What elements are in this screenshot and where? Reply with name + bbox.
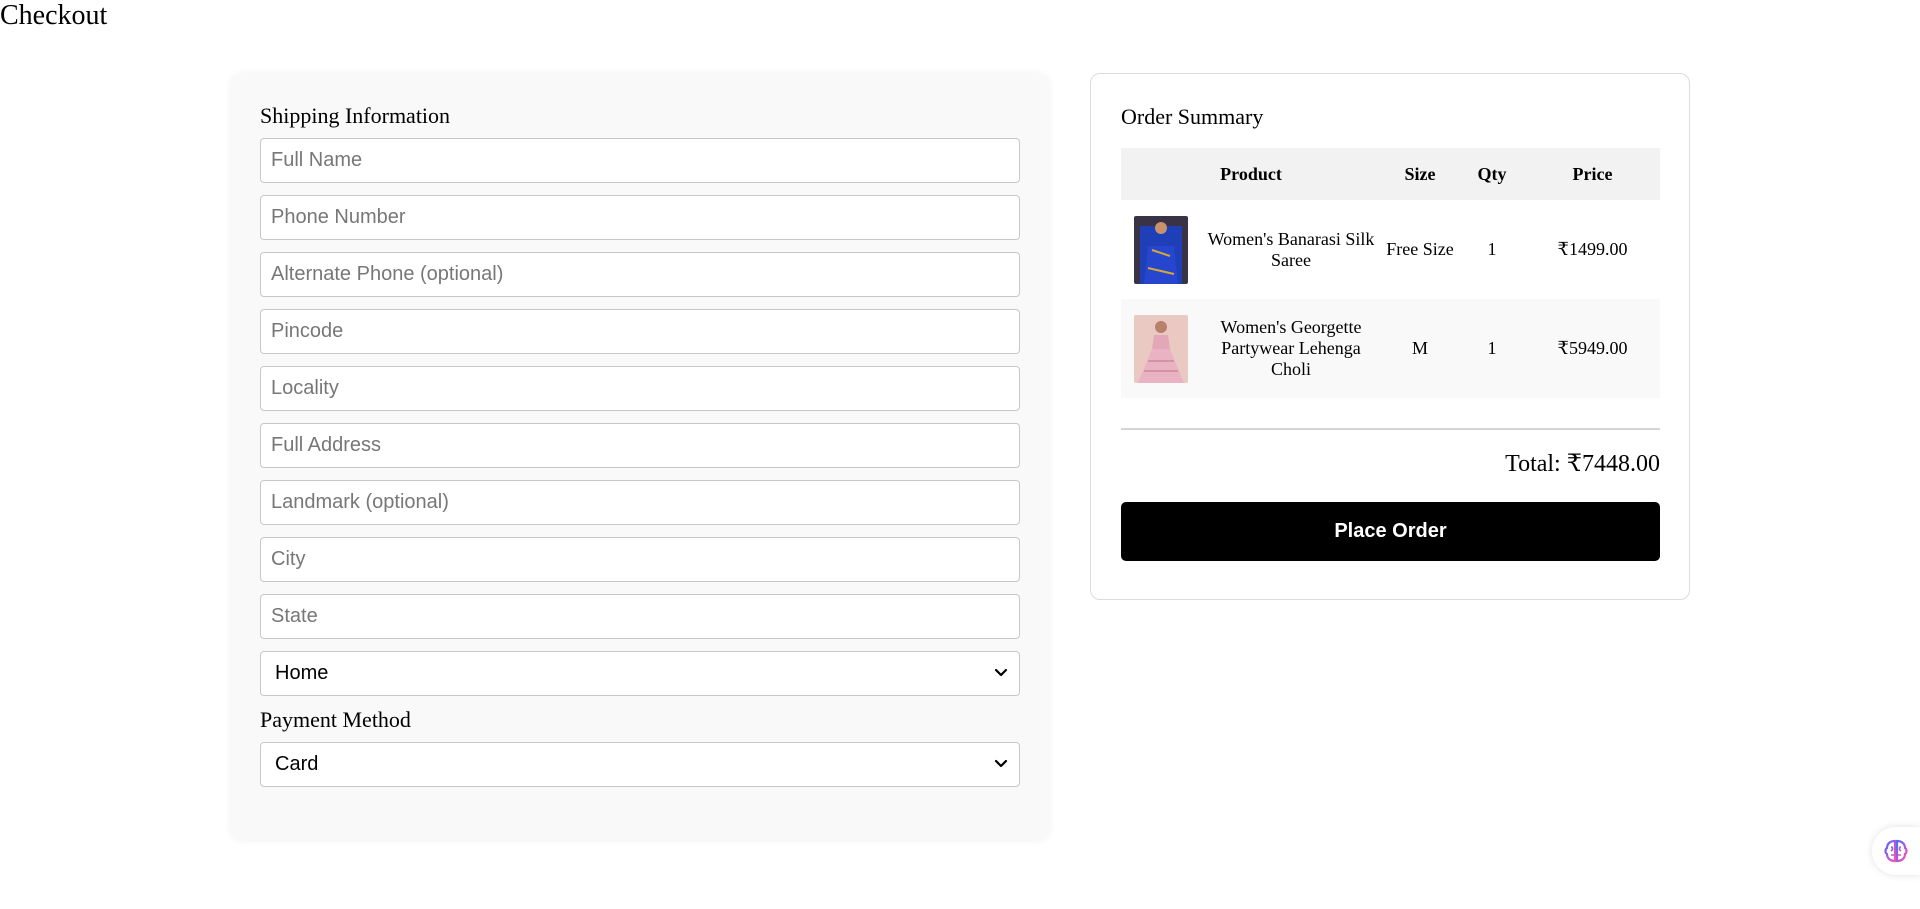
order-summary-heading: Order Summary [1121,104,1264,129]
alternate-phone-input[interactable] [260,252,1020,297]
payment-method-select[interactable]: Card [260,742,1020,787]
product-size: M [1411,338,1428,358]
brain-icon [1884,839,1908,863]
product-qty: 1 [1487,239,1497,259]
product-price: ₹1499.00 [1557,239,1628,259]
product-image-saree[interactable] [1134,215,1188,284]
product-name: Women's Georgette Partywear Lehenga Chol… [1220,317,1362,379]
column-header-price: Price [1572,163,1613,184]
product-thumb-cell [1121,200,1201,299]
phone-input[interactable] [260,195,1020,240]
assistant-button[interactable] [1872,827,1920,875]
table-row: Women's Georgette Partywear Lehenga Chol… [1121,299,1660,398]
payment-heading: Payment Method [260,707,411,732]
order-summary-table: Product Size Qty Price Women's Banarasi … [1121,148,1660,398]
landmark-input[interactable] [260,480,1020,525]
table-row: Women's Banarasi Silk Saree Free Size 1 … [1121,200,1660,299]
table-header-row: Product Size Qty Price [1121,148,1660,200]
full-address-input[interactable] [260,423,1020,468]
column-header-qty: Qty [1477,163,1507,184]
shipping-heading: Shipping Information [260,103,451,128]
full-name-input[interactable] [260,138,1020,183]
address-type-select[interactable]: Home [260,651,1020,696]
product-image-lehenga[interactable] [1134,314,1188,383]
page-title: Checkout [0,0,108,31]
city-input[interactable] [260,537,1020,582]
chevron-down-icon [994,759,1008,768]
product-name: Women's Banarasi Silk Saree [1207,228,1375,270]
pincode-input[interactable] [260,309,1020,354]
order-total: Total: ₹7448.00 [1505,451,1660,477]
product-size: Free Size [1386,239,1454,259]
summary-divider [1121,428,1660,430]
product-price: ₹5949.00 [1557,338,1628,358]
shipping-form-card: Shipping Information Home Payment Method… [231,74,1049,840]
column-header-size: Size [1404,163,1436,184]
payment-method-value: Card [275,753,319,775]
place-order-button[interactable]: Place Order [1121,502,1660,561]
product-qty: 1 [1487,338,1497,358]
chevron-down-icon [994,668,1008,677]
address-type-value: Home [275,662,329,684]
state-input[interactable] [260,594,1020,639]
locality-input[interactable] [260,366,1020,411]
order-summary-card: Order Summary Product Size Qty Price Wom… [1090,73,1690,600]
product-thumb-cell [1121,299,1201,398]
column-header-product: Product [1220,163,1282,184]
